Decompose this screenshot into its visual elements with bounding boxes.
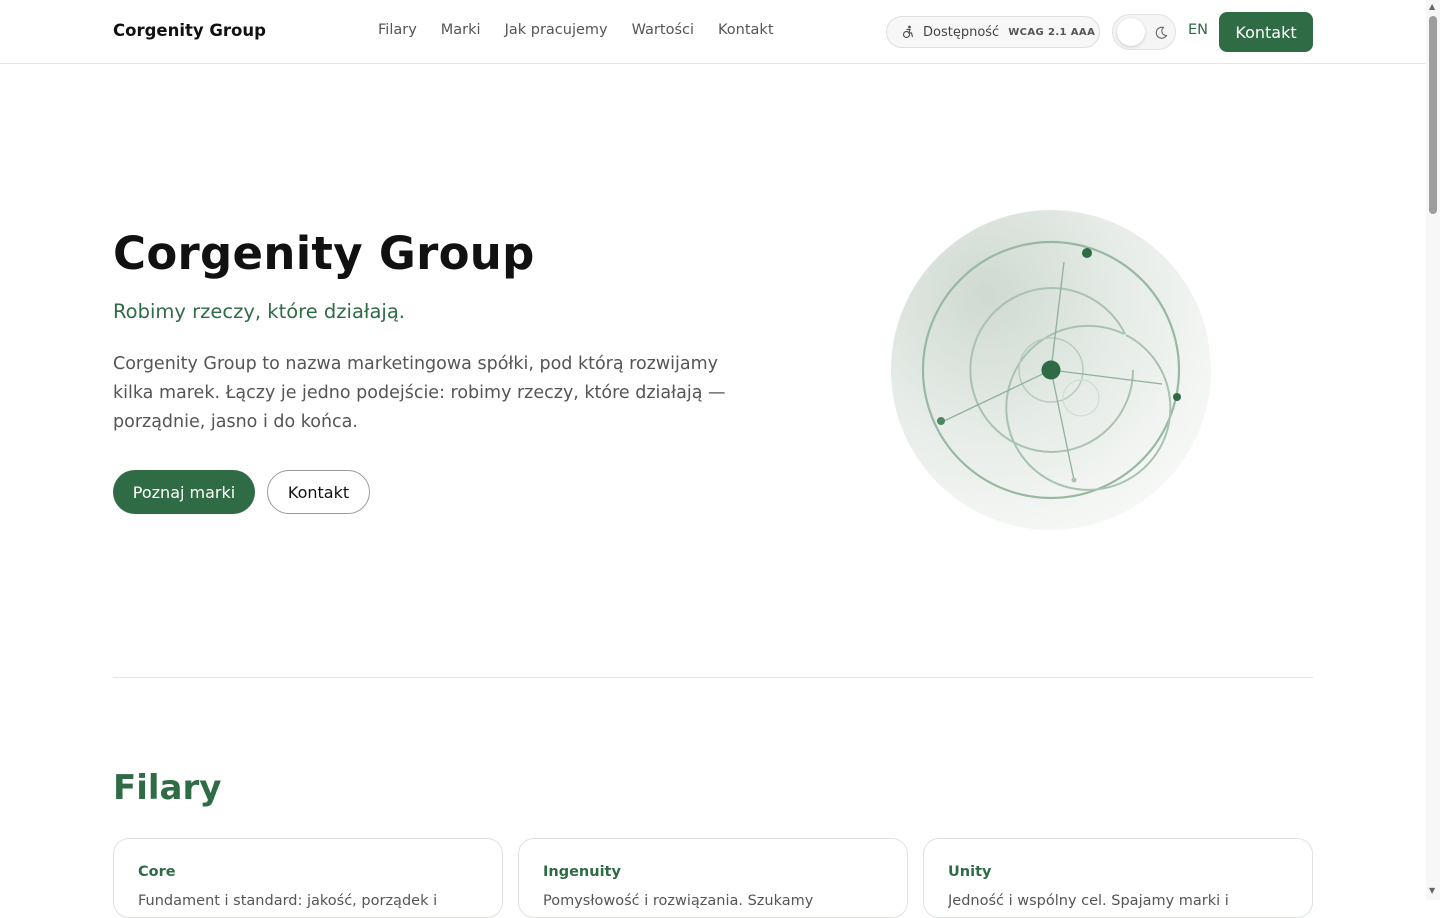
accessibility-icon (901, 25, 915, 39)
nav-item-filary[interactable]: Filary (378, 22, 417, 38)
scrollbar-thumb[interactable] (1429, 16, 1437, 214)
pillar-card-body: Pomysłowość i rozwiązania. Szukamy (543, 893, 814, 909)
orbit-graphic (921, 240, 1181, 500)
brand-logo[interactable]: Corgenity Group (113, 21, 266, 40)
accessibility-button[interactable]: Dostępność WCAG 2.1 AAA (886, 16, 1100, 48)
wcag-badge: WCAG 2.1 AAA (1008, 26, 1096, 38)
site-header: Corgenity Group Filary Marki Jak pracuje… (0, 0, 1426, 64)
hero-contact-button[interactable]: Kontakt (267, 470, 370, 514)
accessibility-label: Dostępność (923, 24, 1000, 40)
header-contact-button[interactable]: Kontakt (1219, 12, 1313, 52)
hero-orbit-illustration (891, 210, 1211, 530)
pillar-card-body: Fundament i standard: jakość, porządek i (138, 893, 438, 909)
hero-subtitle: Robimy rzeczy, które działają. (113, 300, 405, 323)
main-nav: Filary Marki Jak pracujemy Wartości Kont… (378, 22, 774, 38)
pillar-card-title: Unity (948, 864, 992, 880)
moon-icon (1154, 25, 1168, 39)
pillar-card-title: Ingenuity (543, 864, 621, 880)
pillar-card-unity[interactable]: Unity Jedność i wspólny cel. Spajamy mar… (923, 838, 1313, 918)
nav-item-marki[interactable]: Marki (441, 22, 481, 38)
nav-item-wartosci[interactable]: Wartości (632, 22, 694, 38)
pillar-card-title: Core (138, 864, 176, 880)
page-scrollbar[interactable]: ▲ ▼ (1426, 0, 1440, 900)
language-switch[interactable]: EN (1188, 22, 1208, 38)
toggle-knob (1117, 18, 1145, 46)
pillar-card-ingenuity[interactable]: Ingenuity Pomysłowość i rozwiązania. Szu… (518, 838, 908, 918)
theme-toggle[interactable] (1112, 14, 1176, 50)
hero-title: Corgenity Group (113, 227, 535, 280)
pillars-title: Filary (113, 768, 222, 808)
section-divider (113, 677, 1313, 678)
explore-brands-button[interactable]: Poznaj marki (113, 470, 255, 514)
hero-description: Corgenity Group to nazwa marketingowa sp… (113, 354, 726, 432)
pillar-card-body: Jedność i wspólny cel. Spajamy marki i (948, 893, 1229, 909)
nav-item-jak-pracujemy[interactable]: Jak pracujemy (505, 22, 608, 38)
scroll-down-arrow-icon[interactable]: ▼ (1429, 887, 1435, 895)
nav-item-kontakt[interactable]: Kontakt (718, 22, 774, 38)
pillar-card-core[interactable]: Core Fundament i standard: jakość, porzą… (113, 838, 503, 918)
scroll-up-arrow-icon[interactable]: ▲ (1429, 3, 1435, 11)
